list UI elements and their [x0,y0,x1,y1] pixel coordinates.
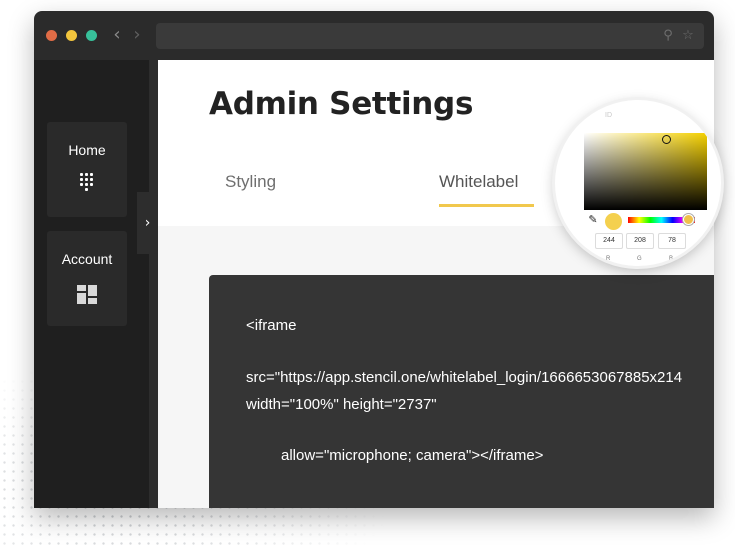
bookmark-star-icon[interactable]: ☆ [680,28,696,44]
page-title: Admin Settings [209,86,474,122]
address-bar[interactable]: ⚲ ☆ [156,23,704,49]
active-tab-indicator [439,204,534,207]
color-picker-handle[interactable] [662,135,671,144]
sidebar-scroll-strip [149,60,158,508]
green-value-input[interactable]: 208 [626,233,654,249]
back-arrow-icon[interactable]: ‹ [110,24,124,46]
maximize-window-button[interactable] [86,30,97,41]
green-label: G [637,256,642,262]
dialpad-icon [80,173,96,195]
code-line: <iframe [246,317,297,334]
sidebar-item-account[interactable]: Account [47,231,127,326]
forward-arrow-icon[interactable]: › [130,24,144,46]
code-line: allow="microphone; camera"></iframe> [281,447,544,464]
hue-slider-handle[interactable] [683,214,694,225]
color-picker-magnifier: ID ✎ 244 208 78 R G B [555,100,721,266]
embed-code-block[interactable]: <iframe src="https://app.stencil.one/whi… [209,275,714,508]
eyedropper-icon[interactable]: ✎ [587,213,599,227]
red-value-input[interactable]: 244 [595,233,623,249]
red-label: R [606,256,611,262]
minimize-window-button[interactable] [66,30,77,41]
sidebar-item-label: Home [68,142,106,158]
blue-value-input[interactable]: 78 [658,233,686,249]
sidebar-item-label: Account [61,251,113,267]
tab-styling[interactable]: Styling [225,172,276,192]
code-line: src="https://app.stencil.one/whitelabel_… [246,369,683,386]
search-icon[interactable]: ⚲ [660,28,676,44]
close-window-button[interactable] [46,30,57,41]
picker-hint-text: ID [605,112,612,119]
blue-label: B [669,256,674,262]
selected-color-swatch [605,213,622,230]
code-line: width="100%" height="2737" [246,396,437,413]
sidebar: Home Account [34,60,149,508]
browser-titlebar: ‹ › ⚲ ☆ [34,11,714,60]
tab-whitelabel[interactable]: Whitelabel [439,172,518,192]
chevron-right-icon: › [144,215,151,231]
dashboard-grid-icon [77,285,97,304]
sidebar-toggle-button[interactable]: › [137,192,158,254]
saturation-value-area[interactable] [584,133,707,210]
sidebar-item-home[interactable]: Home [47,122,127,217]
